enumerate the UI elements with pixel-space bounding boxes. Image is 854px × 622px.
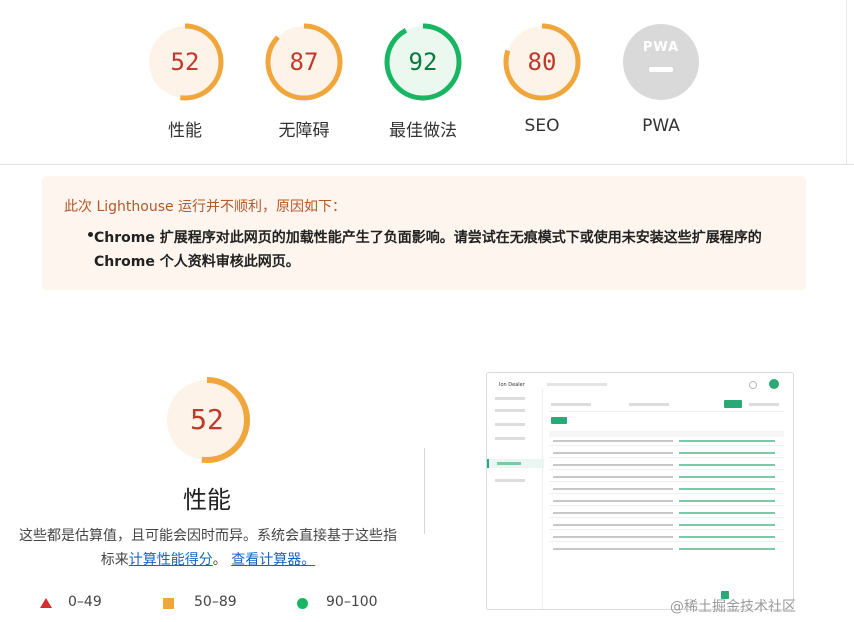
- square-icon: [163, 598, 174, 609]
- watermark-text: @稀土掘金技术社区: [670, 599, 796, 615]
- panel-edge: [846, 0, 847, 165]
- screenshot-avatar: [769, 379, 779, 389]
- best-practices-label: 最佳做法: [389, 121, 457, 141]
- score-summary: 52 性能 87 无障碍 92 最佳做法 80 SEO PWA PWA: [0, 0, 854, 166]
- page-screenshot-thumbnail[interactable]: Ion Dealer: [486, 372, 794, 610]
- best-practices-gauge[interactable]: 92: [383, 22, 463, 102]
- performance-title: 性能: [183, 486, 231, 514]
- performance-description: 这些都是估算值，且可能会因时而异。系统会直接基于这些指标来计算性能得分。 查看计…: [18, 524, 398, 572]
- pwa-badge[interactable]: PWA: [621, 22, 701, 102]
- seo-gauge[interactable]: 80: [502, 22, 582, 102]
- seo-label: SEO: [524, 116, 560, 136]
- accessibility-label: 无障碍: [278, 121, 330, 141]
- warning-item: Chrome 扩展程序对此网页的加载性能产生了负面影响。请尝试在无痕模式下或使用…: [94, 230, 762, 270]
- screenshot-add-button: [551, 417, 567, 424]
- screenshot-brand: Ion Dealer: [499, 382, 525, 388]
- screenshot-table-header: [549, 431, 784, 437]
- pwa-dash-icon: [649, 67, 673, 72]
- accessibility-gauge[interactable]: 87: [264, 22, 344, 102]
- score-seo[interactable]: 80 SEO: [492, 22, 592, 152]
- seo-score: 80: [527, 48, 557, 76]
- score-pwa[interactable]: PWA PWA: [611, 22, 711, 152]
- column-divider: [424, 448, 425, 534]
- performance-score-large: 52: [190, 403, 224, 436]
- calc-score-link[interactable]: 计算性能得分: [129, 552, 213, 568]
- performance-gauge[interactable]: 52: [145, 22, 225, 102]
- best-practices-score: 92: [408, 48, 438, 76]
- warning-title: 此次 Lighthouse 运行并不顺利，原因如下：: [64, 199, 347, 215]
- bullet-icon: [88, 232, 93, 237]
- screenshot-sidebar: [487, 389, 544, 609]
- score-best-practices[interactable]: 92 最佳做法: [373, 22, 473, 152]
- score-accessibility[interactable]: 87 无障碍: [254, 22, 354, 152]
- accessibility-score: 87: [289, 48, 319, 76]
- pwa-label: PWA: [642, 116, 680, 136]
- screenshot-filter-bar: [549, 399, 784, 412]
- legend-fail: 0–49: [68, 594, 102, 610]
- circle-icon: [297, 598, 308, 609]
- warning-box: 此次 Lighthouse 运行并不顺利，原因如下： Chrome 扩展程序对此…: [42, 176, 806, 290]
- score-performance[interactable]: 52 性能: [135, 22, 235, 152]
- desc-text-2: 。: [212, 552, 227, 568]
- legend-pass: 90–100: [326, 594, 378, 610]
- view-calculator-link[interactable]: 查看计算器。: [231, 552, 315, 568]
- performance-gauge-large: 52: [163, 376, 251, 464]
- screenshot-user-icon: [749, 381, 757, 389]
- performance-score: 52: [170, 48, 200, 76]
- section-divider: [0, 164, 854, 165]
- legend-average: 50–89: [194, 594, 237, 610]
- screenshot-top-nav: [547, 383, 607, 386]
- triangle-icon: [40, 598, 52, 608]
- performance-label: 性能: [168, 121, 202, 141]
- pwa-badge-text: PWA: [642, 40, 680, 55]
